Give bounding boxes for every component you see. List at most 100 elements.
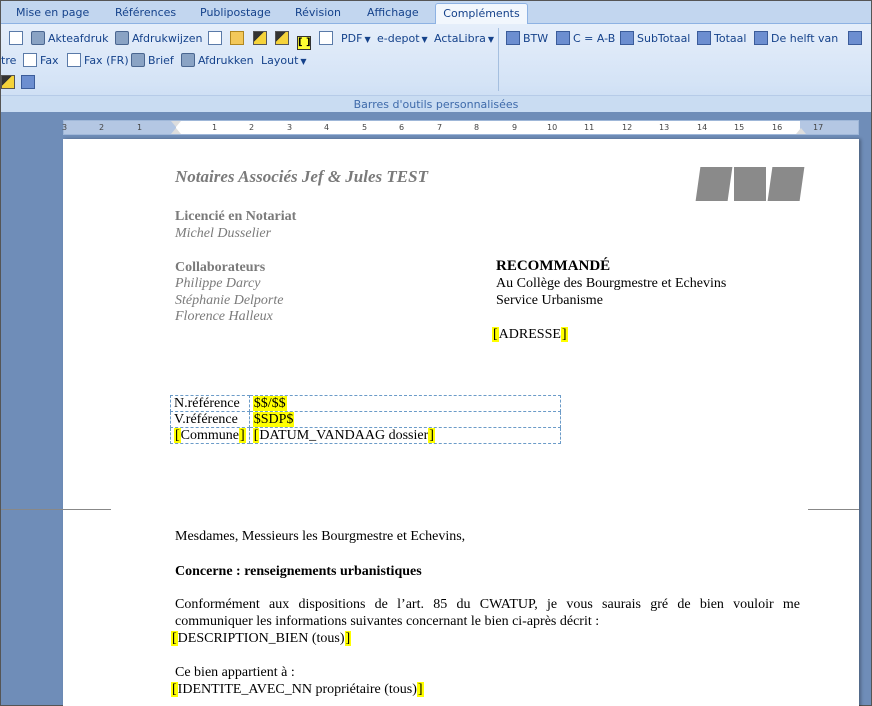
calculator-icon xyxy=(848,31,862,45)
ruler-tick: 13 xyxy=(659,123,670,132)
ruler-tick: 16 xyxy=(772,123,783,132)
collaborators-title: Collaborateurs xyxy=(175,260,266,275)
licence-title: Licencié en Notariat xyxy=(175,209,297,224)
brackets-button[interactable]: [ ] xyxy=(297,30,314,50)
print-edit-icon xyxy=(115,31,129,45)
tab-references[interactable]: Références xyxy=(108,3,183,24)
fill-button[interactable] xyxy=(253,30,270,48)
printer-icon xyxy=(181,53,195,67)
recipient-line: Au Collège des Bourgmestre et Echevins xyxy=(496,276,727,291)
tab-publipostage[interactable]: Publipostage xyxy=(193,3,278,24)
ruler-left-margin xyxy=(64,121,176,134)
ruler-tick: 10 xyxy=(547,123,558,132)
ref-label[interactable]: [Commune] xyxy=(170,427,250,444)
printer-icon xyxy=(31,31,45,45)
page-break-line xyxy=(808,509,859,510)
chevron-down-icon: ▼ xyxy=(421,35,428,44)
ref-value[interactable]: [DATUM_VANDAAG dossier] xyxy=(248,427,562,444)
fax-button[interactable]: Fax xyxy=(23,52,59,70)
afdrukwijzen-button[interactable]: Afdrukwijzen xyxy=(115,30,202,48)
fax-fr-button[interactable]: Fax (FR) xyxy=(67,52,129,70)
letter-icon xyxy=(131,53,145,67)
calculator-icon xyxy=(506,31,520,45)
collaborator-name: Stéphanie Delporte xyxy=(175,293,284,308)
ruler-tick: 6 xyxy=(399,123,405,132)
more-calc-button[interactable] xyxy=(848,30,865,48)
quill-icon xyxy=(767,167,805,201)
notary-logo-icon xyxy=(695,167,805,203)
tab-mise-en-page[interactable]: Mise en page xyxy=(9,3,96,24)
layout-dropdown[interactable]: Layout ▼ xyxy=(261,52,307,70)
calculator-icon xyxy=(697,31,711,45)
body-line: communiquer les informations suivantes c… xyxy=(175,614,600,629)
pen-button[interactable] xyxy=(275,30,292,48)
actalibra-dropdown[interactable]: ActaLibra ▼ xyxy=(434,30,494,48)
copy-document-button[interactable] xyxy=(208,30,225,48)
salutation: Mesdames, Messieurs les Bourgmestre et E… xyxy=(175,529,466,544)
tools-button[interactable] xyxy=(1,74,18,92)
open-folder-button[interactable] xyxy=(230,30,247,48)
document-page[interactable]: Notaires Associés Jef & Jules TEST Licen… xyxy=(1,139,859,706)
scales-icon xyxy=(734,167,766,201)
ribbon-document-button[interactable] xyxy=(9,30,26,48)
tab-revision[interactable]: Révision xyxy=(288,3,348,24)
refresh-button[interactable] xyxy=(319,30,336,48)
totaal-button[interactable]: Totaal xyxy=(697,30,746,48)
brackets-icon: [ ] xyxy=(297,36,311,50)
horizontal-ruler[interactable]: 3 2 1 1 2 3 4 5 6 7 8 9 10 11 12 13 14 1… xyxy=(62,120,859,135)
save-icon xyxy=(21,75,35,89)
ruler-right-margin xyxy=(800,121,858,134)
c-a-b-button[interactable]: C = A-B xyxy=(556,30,615,48)
subtotaal-button[interactable]: SubTotaal xyxy=(620,30,690,48)
page-break-line xyxy=(1,509,111,510)
description-field[interactable]: [DESCRIPTION_BIEN (tous)] xyxy=(171,631,352,647)
tab-complements[interactable]: Compléments xyxy=(435,3,528,25)
btw-button[interactable]: BTW xyxy=(506,30,548,48)
fax-icon xyxy=(23,53,37,67)
ribbon-group-label: Barres d'outils personnalisées xyxy=(1,95,871,112)
ruler-tick: 14 xyxy=(697,123,708,132)
ruler-tick: 2 xyxy=(99,123,105,132)
edepot-dropdown[interactable]: e-depot ▼ xyxy=(377,30,428,48)
owner-field[interactable]: [IDENTITE_AVEC_NN propriétaire (tous)] xyxy=(171,682,424,698)
ref-value[interactable]: $SDP$ xyxy=(248,411,562,428)
ruler-tick: 7 xyxy=(437,123,443,132)
calculator-icon xyxy=(754,31,768,45)
fill-icon xyxy=(253,31,267,45)
ribbon-tab-bar: Mise en page Références Publipostage Rév… xyxy=(1,1,871,25)
save-button[interactable] xyxy=(21,74,38,92)
ribbon-truncated-button[interactable]: tre xyxy=(1,52,16,70)
address-field[interactable]: [ADRESSE] xyxy=(492,327,568,343)
subject-line: Concerne : renseignements urbanistiques xyxy=(175,564,422,579)
ruler-tick: 12 xyxy=(622,123,633,132)
right-indent-marker[interactable] xyxy=(796,128,806,134)
table-row: V.référence $SDP$ xyxy=(170,411,562,428)
licence-name: Michel Dusselier xyxy=(175,226,272,241)
ruler-tick: 5 xyxy=(362,123,368,132)
pen-icon xyxy=(275,31,289,45)
calculator-icon xyxy=(556,31,570,45)
ruler-tick: 8 xyxy=(474,123,480,132)
afdrukken-button[interactable]: Afdrukken xyxy=(181,52,254,70)
book-icon xyxy=(695,167,733,201)
ref-label: N.référence xyxy=(170,395,250,412)
firm-name: Notaires Associés Jef & Jules TEST xyxy=(175,167,428,186)
owner-intro: Ce bien appartient à : xyxy=(175,665,295,680)
tab-affichage[interactable]: Affichage xyxy=(360,3,426,24)
ruler-tick: 11 xyxy=(584,123,595,132)
first-line-indent-marker[interactable] xyxy=(171,121,181,127)
collaborator-name: Philippe Darcy xyxy=(175,276,261,291)
ruler-tick: 15 xyxy=(734,123,745,132)
recipient-line: Service Urbanisme xyxy=(496,293,603,308)
hammer-icon xyxy=(1,75,15,89)
ruler-tick: 3 xyxy=(287,123,293,132)
ruler-tick: 17 xyxy=(813,123,824,132)
left-indent-marker[interactable] xyxy=(171,128,181,134)
document-icon xyxy=(9,31,23,45)
open-folder-icon xyxy=(230,31,244,45)
pdf-dropdown[interactable]: PDF ▼ xyxy=(341,30,371,48)
ref-value[interactable]: $$/$$ xyxy=(248,395,562,412)
de-helft-van-button[interactable]: De helft van xyxy=(754,30,838,48)
akteafdruk-button[interactable]: Akteafdruk xyxy=(31,30,108,48)
brief-button[interactable]: Brief xyxy=(131,52,174,70)
